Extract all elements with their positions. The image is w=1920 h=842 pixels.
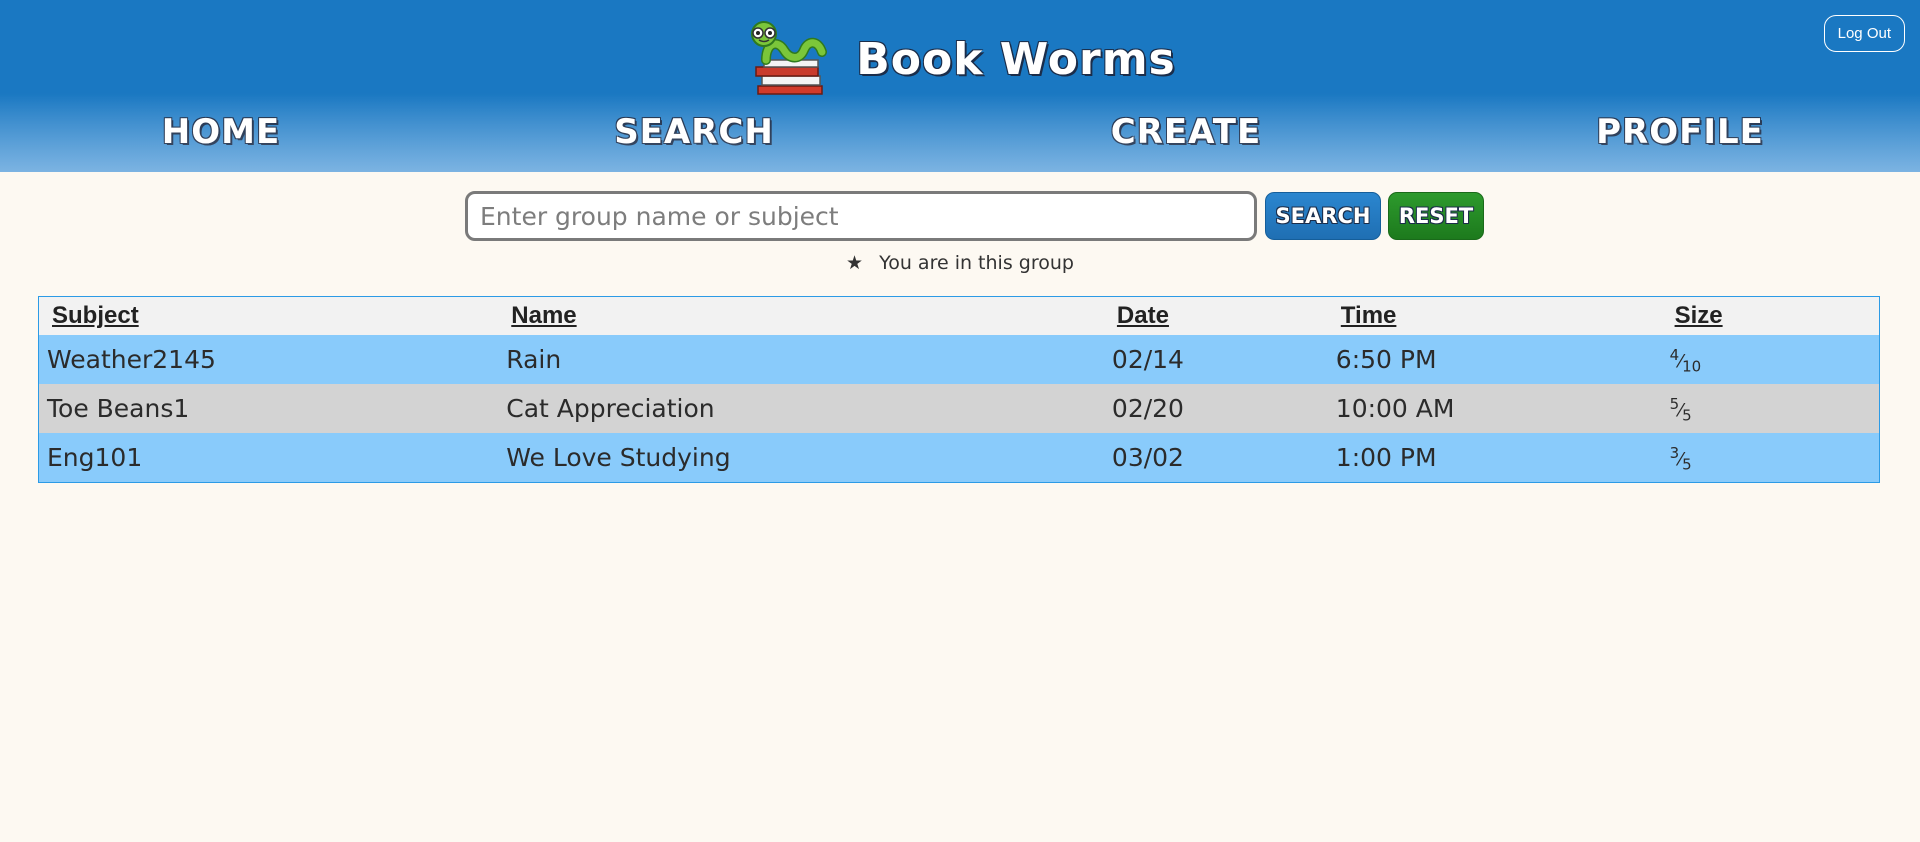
- group-search-bar: SEARCH RESET: [465, 191, 1484, 241]
- cell-name: Cat Appreciation: [498, 384, 1104, 433]
- reset-button[interactable]: RESET: [1388, 192, 1484, 240]
- column-header-time[interactable]: Time: [1327, 296, 1669, 335]
- cell-date: 03/02: [1103, 433, 1328, 483]
- column-header-date[interactable]: Date: [1103, 296, 1328, 335]
- cell-name: We Love Studying: [498, 433, 1104, 483]
- column-header-name[interactable]: Name: [498, 296, 1104, 335]
- nav-create[interactable]: CREATE: [1111, 112, 1261, 152]
- membership-legend: ★ You are in this group: [0, 252, 1920, 274]
- column-header-size[interactable]: Size: [1668, 296, 1880, 335]
- table-row[interactable]: Toe Beans1 Cat Appreciation 02/20 10:00 …: [38, 384, 1880, 433]
- group-search-input[interactable]: [465, 191, 1257, 241]
- brand: Book Worms: [0, 20, 1920, 98]
- cell-size: 5⁄5: [1668, 384, 1880, 433]
- bookworm-logo-icon[interactable]: [744, 20, 834, 98]
- cell-subject: Toe Beans1: [38, 384, 499, 433]
- table-row[interactable]: Eng101 We Love Studying 03/02 1:00 PM 3⁄…: [38, 433, 1880, 483]
- cell-time: 10:00 AM: [1327, 384, 1669, 433]
- nav-search[interactable]: SEARCH: [614, 112, 774, 152]
- cell-name: Rain: [498, 335, 1104, 384]
- cell-size: 3⁄5: [1668, 433, 1880, 483]
- table-header-row: Subject Name Date Time Size: [38, 296, 1880, 335]
- search-button[interactable]: SEARCH: [1265, 192, 1381, 240]
- size-current: 5: [1669, 394, 1680, 413]
- size-current: 3: [1669, 443, 1680, 462]
- cell-date: 02/14: [1103, 335, 1328, 384]
- table-row[interactable]: Weather2145 Rain 02/14 6:50 PM 4⁄10: [38, 335, 1880, 384]
- nav-profile[interactable]: PROFILE: [1596, 112, 1764, 152]
- groups-table: Subject Name Date Time Size Weather2145 …: [38, 296, 1880, 483]
- cell-subject: Weather2145: [38, 335, 499, 384]
- cell-time: 1:00 PM: [1327, 433, 1669, 483]
- size-max: 5: [1682, 406, 1692, 425]
- site-title[interactable]: Book Worms: [856, 34, 1176, 85]
- column-header-subject[interactable]: Subject: [38, 296, 499, 335]
- cell-date: 02/20: [1103, 384, 1328, 433]
- cell-subject: Eng101: [38, 433, 499, 483]
- legend-text: You are in this group: [879, 252, 1074, 274]
- site-header: Book Worms Log Out HOME SEARCH CREATE PR…: [0, 0, 1920, 172]
- cell-time: 6:50 PM: [1327, 335, 1669, 384]
- main-nav: HOME SEARCH CREATE PROFILE: [0, 112, 1920, 162]
- cell-size: 4⁄10: [1668, 335, 1880, 384]
- size-max: 5: [1682, 455, 1692, 474]
- logout-button[interactable]: Log Out: [1823, 15, 1905, 52]
- star-icon: ★: [846, 252, 864, 274]
- size-max: 10: [1682, 357, 1702, 376]
- size-current: 4: [1669, 345, 1680, 364]
- nav-home[interactable]: HOME: [162, 112, 280, 152]
